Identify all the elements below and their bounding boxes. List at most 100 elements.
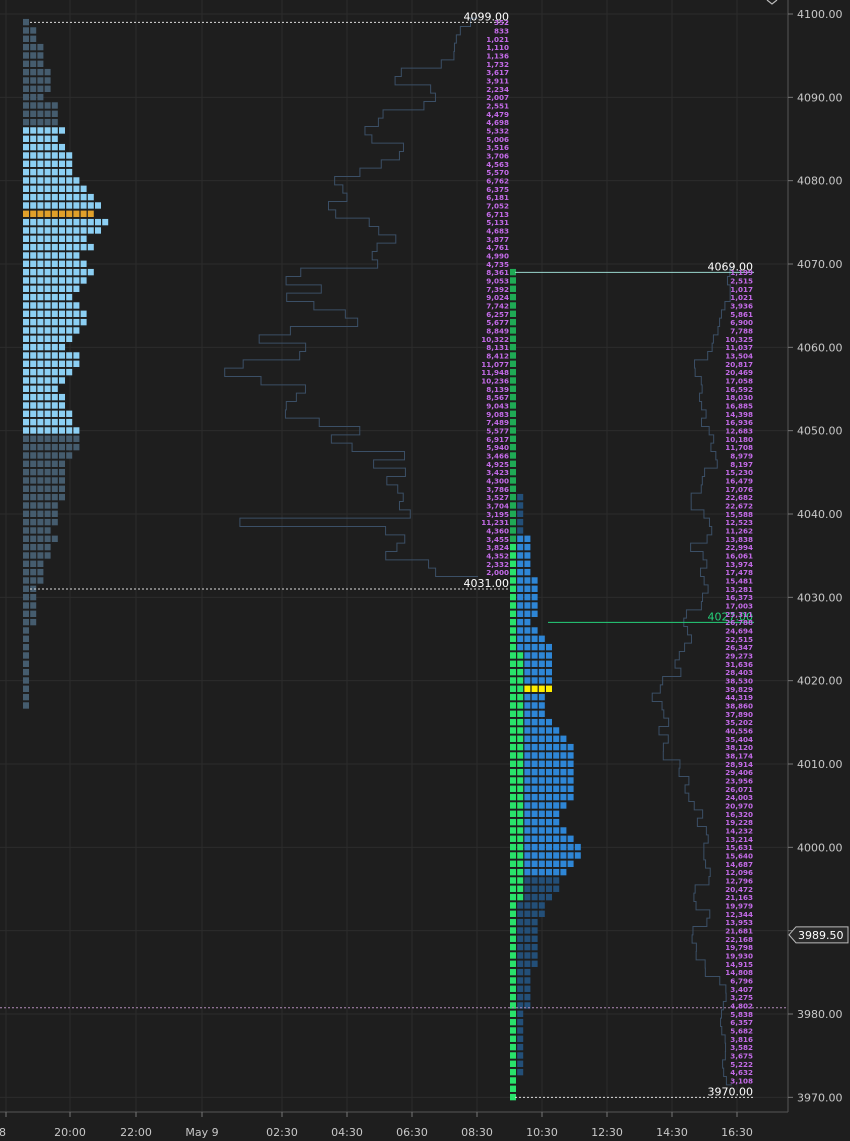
- tpo-block: [66, 260, 73, 267]
- tpo-block: [51, 327, 58, 334]
- tpo-block: [23, 268, 29, 276]
- tpo-block: [567, 768, 574, 776]
- tpo-block: [560, 793, 567, 801]
- tpo-block: [517, 927, 524, 934]
- tpo-block: [553, 777, 560, 784]
- tpo-block: [553, 818, 560, 826]
- tpo-block: [30, 268, 37, 276]
- tpo-block-green: [510, 1052, 516, 1059]
- tpo-block-green: [510, 668, 516, 676]
- tpo-block: [524, 718, 531, 726]
- tpo-block: [524, 835, 531, 842]
- tpo-block: [531, 777, 538, 784]
- tpo-block: [30, 35, 37, 42]
- tpo-block: [531, 960, 538, 967]
- tpo-block: [80, 277, 87, 284]
- tpo-block: [51, 268, 58, 276]
- tpo-block: [51, 210, 58, 217]
- tpo-block: [23, 560, 29, 567]
- tpo-block: [567, 777, 574, 784]
- tpo-block-green: [510, 1043, 516, 1051]
- tpo-block: [66, 193, 73, 201]
- tpo-block: [66, 360, 73, 367]
- tpo-block: [44, 285, 51, 292]
- tpo-block-green: [510, 443, 516, 451]
- tpo-block: [37, 318, 44, 326]
- tpo-block: [59, 335, 65, 342]
- tpo-block: [59, 243, 65, 251]
- tpo-block: [23, 535, 29, 542]
- tpo-block-green: [510, 952, 516, 959]
- tpo-block: [517, 627, 524, 634]
- tpo-block: [37, 85, 44, 92]
- tpo-block-green: [510, 402, 516, 409]
- tpo-block: [524, 918, 531, 926]
- time-tick-label: 20:00: [54, 1126, 86, 1139]
- tpo-block: [51, 418, 58, 426]
- tpo-block: [546, 793, 552, 801]
- tpo-block: [44, 310, 51, 317]
- tpo-block: [37, 568, 44, 576]
- tpo-block: [44, 510, 51, 517]
- tpo-block: [517, 635, 524, 642]
- tpo-block: [66, 293, 73, 301]
- tpo-block: [546, 877, 552, 884]
- tpo-block: [44, 493, 51, 501]
- tpo-block: [59, 168, 65, 176]
- tpo-block: [524, 660, 531, 667]
- tpo-block: [59, 260, 65, 267]
- tpo-block: [553, 793, 560, 801]
- tpo-block-green: [517, 835, 524, 842]
- market-profile-chart[interactable]: 4099.004031.004069.003970.004027.00 3528…: [0, 0, 850, 1141]
- tpo-block: [30, 110, 37, 117]
- tpo-block: [80, 243, 87, 251]
- tpo-block: [23, 168, 29, 176]
- tpo-block-green: [510, 418, 516, 426]
- tpo-block: [44, 385, 51, 392]
- tpo-block: [23, 35, 29, 42]
- tpo-block: [30, 77, 37, 84]
- tpo-block: [531, 710, 538, 717]
- tpo-block: [531, 760, 538, 767]
- tpo-block-green: [510, 852, 516, 859]
- tpo-block: [30, 285, 37, 292]
- tpo-block: [37, 527, 44, 534]
- tpo-block: [567, 843, 574, 851]
- tpo-block: [51, 302, 58, 309]
- tpo-block: [44, 327, 51, 334]
- tpo-block: [23, 610, 29, 617]
- tpo-block: [73, 352, 80, 359]
- tpo-block: [517, 985, 524, 992]
- tpo-block: [37, 185, 44, 192]
- tpo-block: [44, 452, 51, 459]
- tpo-block: [37, 43, 44, 51]
- tpo-block: [30, 252, 37, 259]
- tpo-block: [37, 177, 44, 184]
- tpo-block: [23, 202, 29, 209]
- tpo-block: [37, 252, 44, 259]
- tpo-block-green: [510, 610, 516, 617]
- tpo-block: [59, 452, 65, 459]
- tpo-block: [524, 635, 531, 642]
- tpo-block: [44, 543, 51, 551]
- price-tick-label: 4010.00: [797, 758, 843, 771]
- tpo-block: [37, 443, 44, 451]
- tpo-block: [524, 560, 531, 567]
- tpo-block: [538, 743, 545, 751]
- tpo-block: [59, 285, 65, 292]
- tpo-block: [30, 427, 37, 434]
- tpo-block: [37, 368, 44, 376]
- tpo-block: [37, 235, 44, 242]
- tpo-block: [23, 185, 29, 192]
- tpo-block: [23, 210, 29, 217]
- tpo-block-green: [510, 785, 516, 792]
- tpo-block: [23, 360, 29, 367]
- tpo-block: [30, 218, 37, 226]
- tpo-block: [66, 218, 73, 226]
- tpo-block: [23, 327, 29, 334]
- tpo-block: [30, 568, 37, 576]
- tpo-block: [538, 910, 545, 917]
- tpo-block-green: [510, 535, 516, 542]
- tpo-block: [560, 743, 567, 751]
- tpo-block: [531, 668, 538, 676]
